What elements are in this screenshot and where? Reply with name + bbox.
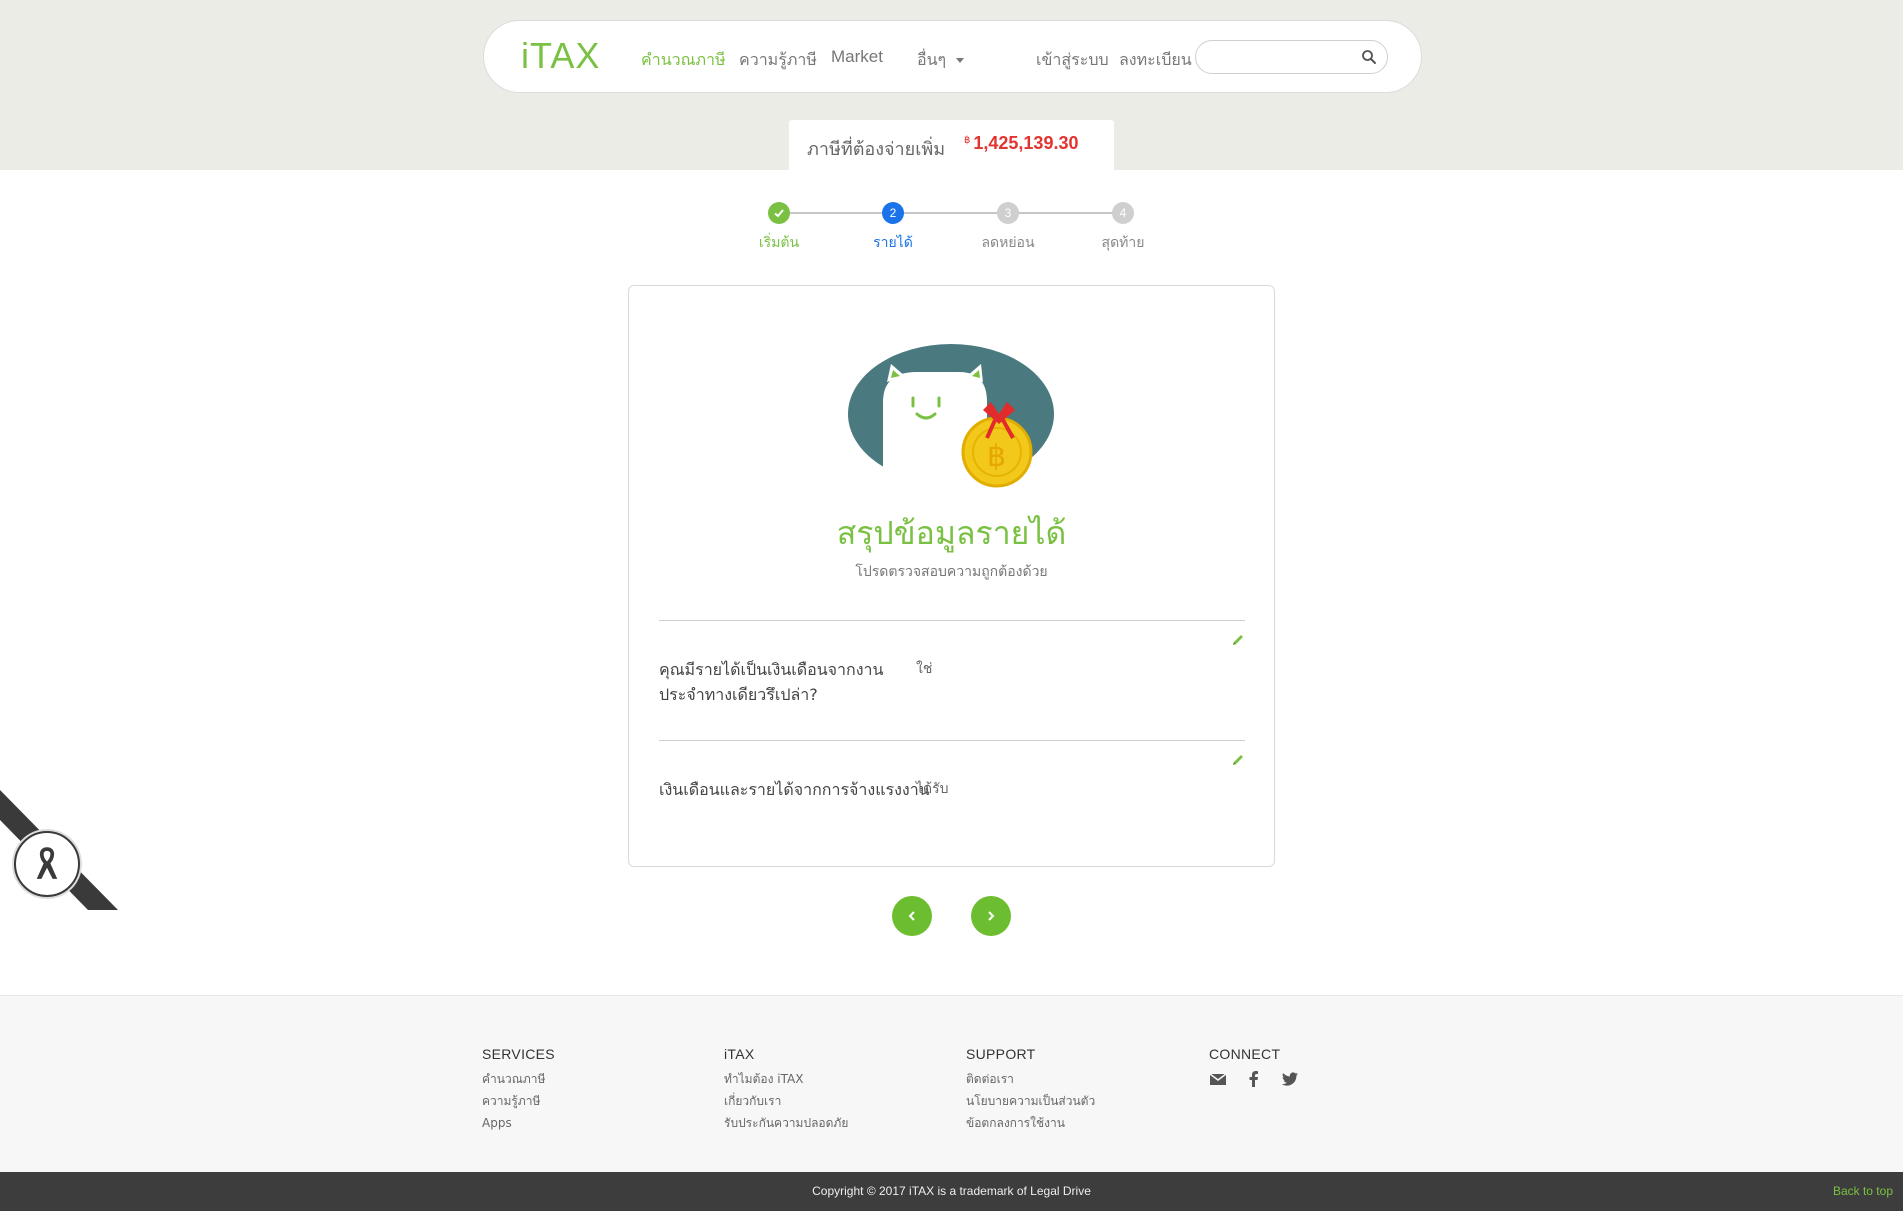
- facebook-icon[interactable]: [1245, 1070, 1263, 1088]
- step-3-number: 3: [997, 202, 1019, 224]
- footer-link[interactable]: ข้อตกลงการใช้งาน: [966, 1112, 1095, 1134]
- footer-itax: iTAX ทำไมต้อง iTAX เกี่ยวกับเรา รับประกั…: [724, 1046, 848, 1134]
- search-box: [1195, 40, 1388, 74]
- chevron-left-icon: [908, 911, 915, 921]
- footer-itax-title: iTAX: [724, 1046, 755, 1062]
- footer-link[interactable]: ความรู้ภาษี: [482, 1090, 555, 1112]
- card-title: สรุปข้อมูลรายได้: [836, 514, 1067, 552]
- search-input[interactable]: [1208, 47, 1358, 67]
- pencil-edit-icon[interactable]: [1231, 753, 1245, 767]
- tax-amount-value: 1,425,139.30: [973, 133, 1079, 153]
- step-4-number: 4: [1112, 202, 1134, 224]
- footer-support-title: SUPPORT: [966, 1046, 1036, 1062]
- twitter-icon[interactable]: [1281, 1070, 1299, 1088]
- black-ribbon-icon: [14, 831, 80, 897]
- tax-summary-tab: ภาษีที่ต้องจ่ายเพิ่ม ฿ 1,425,139.30: [789, 120, 1114, 170]
- footer-connect-title: CONNECT: [1209, 1046, 1281, 1062]
- footer-link[interactable]: คำนวณภาษี: [482, 1068, 555, 1090]
- row-answer: ใช่: [916, 661, 933, 677]
- nav-market[interactable]: Market: [831, 47, 883, 67]
- step-2-number: 2: [882, 202, 904, 224]
- summary-row: คุณมีรายได้เป็นเงินเดือนจากงานประจำทางเด…: [659, 620, 1245, 740]
- nav-login[interactable]: เข้าสู่ระบบ: [1036, 48, 1109, 73]
- itax-logo[interactable]: iTAX: [521, 35, 600, 77]
- footer-link[interactable]: นโยบายความเป็นส่วนตัว: [966, 1090, 1095, 1112]
- previous-button[interactable]: [892, 896, 932, 936]
- nav-more[interactable]: อื่นๆ: [917, 48, 965, 73]
- steps-track: [779, 212, 1124, 214]
- svg-text:฿: ฿: [987, 439, 1006, 474]
- chevron-down-icon: [956, 58, 965, 63]
- nav-more-label: อื่นๆ: [917, 50, 947, 69]
- footer-connect: CONNECT: [1209, 1046, 1299, 1088]
- back-to-top-link[interactable]: Back to top: [1833, 1184, 1893, 1198]
- footer-link[interactable]: เกี่ยวกับเรา: [724, 1090, 848, 1112]
- nav-knowledge[interactable]: ความรู้ภาษี: [739, 48, 817, 73]
- next-button[interactable]: [971, 896, 1011, 936]
- tax-summary-amount: ฿ 1,425,139.30: [964, 133, 1078, 154]
- step-4-label: สุดท้าย: [1101, 235, 1145, 251]
- tax-summary-label: ภาษีที่ต้องจ่ายเพิ่ม: [807, 139, 946, 160]
- baht-symbol: ฿: [964, 135, 971, 146]
- step-2-label: รายได้: [873, 235, 913, 251]
- nav-calc[interactable]: คำนวณภาษี: [641, 48, 726, 73]
- search-icon[interactable]: [1361, 49, 1377, 65]
- footer-services-title: SERVICES: [482, 1046, 555, 1062]
- footer-support: SUPPORT ติดต่อเรา นโยบายความเป็นส่วนตัว …: [966, 1046, 1095, 1134]
- card-subtitle: โปรดตรวจสอบความถูกต้องด้วย: [855, 564, 1048, 580]
- row-answer: ได้รับ: [916, 781, 949, 797]
- copyright-text: Copyright © 2017 iTAX is a trademark of …: [812, 1184, 1091, 1198]
- envelope-icon[interactable]: [1209, 1070, 1227, 1088]
- step-1-check-icon: [768, 202, 790, 224]
- nav-register[interactable]: ลงทะเบียน: [1119, 48, 1192, 73]
- income-summary-card: ฿ สรุปข้อมูลรายได้ โปรดตรวจสอบความถูกต้อ…: [628, 285, 1275, 867]
- navbar: iTAX คำนวณภาษี ความรู้ภาษี Market อื่นๆ …: [483, 20, 1422, 93]
- footer-link[interactable]: รับประกันความปลอดภัย: [724, 1112, 848, 1134]
- footer-link[interactable]: Apps: [482, 1112, 555, 1134]
- row-question: เงินเดือนและรายได้จากการจ้างแรงงาน: [659, 780, 930, 799]
- footer: SERVICES คำนวณภาษี ความรู้ภาษี Apps iTAX…: [0, 995, 1903, 1172]
- chevron-right-icon: [988, 911, 995, 921]
- piggy-coin-illustration: ฿: [848, 344, 1054, 492]
- step-1-label: เริ่มต้น: [758, 235, 800, 251]
- row-question: คุณมีรายได้เป็นเงินเดือนจากงานประจำทางเด…: [659, 660, 884, 704]
- bottom-bar: Copyright © 2017 iTAX is a trademark of …: [0, 1172, 1903, 1211]
- pencil-edit-icon[interactable]: [1231, 633, 1245, 647]
- footer-link[interactable]: ติดต่อเรา: [966, 1068, 1095, 1090]
- step-3-label: ลดหย่อน: [981, 235, 1035, 251]
- summary-row: เงินเดือนและรายได้จากการจ้างแรงงาน ได้รั…: [659, 740, 1245, 860]
- header-band: iTAX คำนวณภาษี ความรู้ภาษี Market อื่นๆ …: [0, 0, 1903, 170]
- footer-link[interactable]: ทำไมต้อง iTAX: [724, 1068, 848, 1090]
- footer-services: SERVICES คำนวณภาษี ความรู้ภาษี Apps: [482, 1046, 555, 1134]
